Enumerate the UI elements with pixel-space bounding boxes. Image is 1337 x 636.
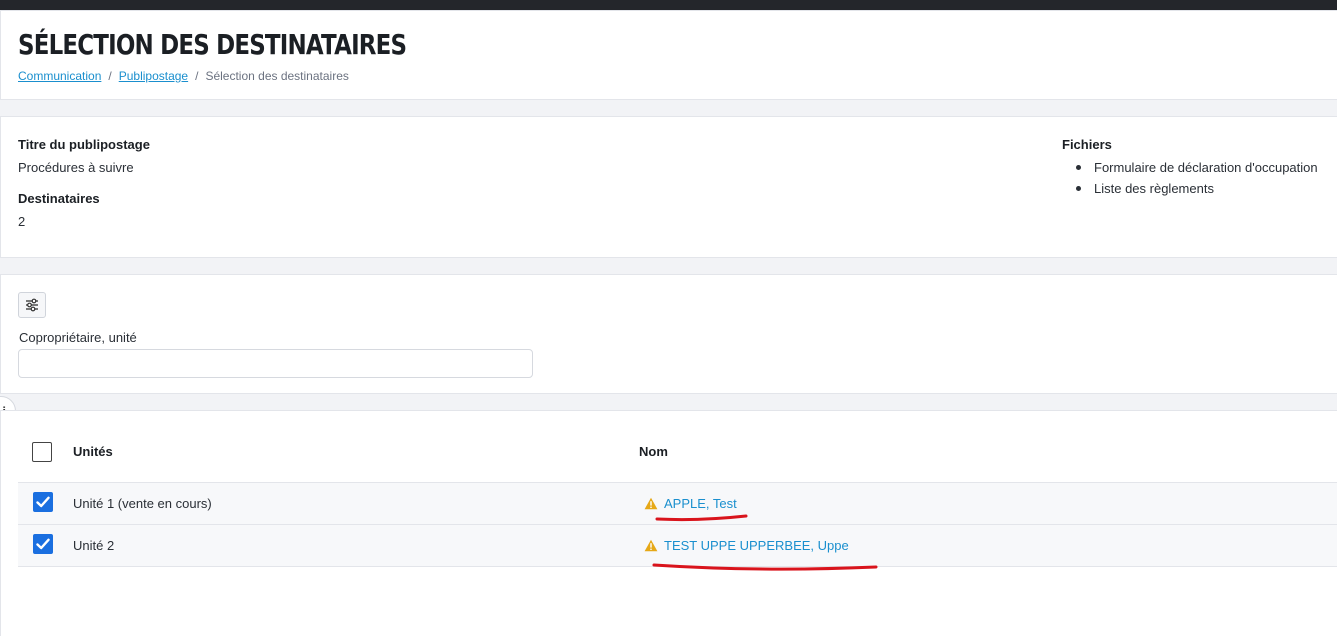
page-header: SÉLECTION DES DESTINATAIRES Communicatio…: [0, 10, 1337, 100]
recipient-name-link[interactable]: TEST UPPE UPPERBEE, Uppe: [664, 538, 849, 553]
files-list: Formulaire de déclaration d'occupation L…: [1076, 160, 1318, 202]
mailing-title-value: Procédures à suivre: [18, 160, 134, 175]
owner-unit-filter-input[interactable]: [18, 349, 533, 378]
breadcrumb-current: Sélection des destinataires: [205, 69, 349, 83]
recipient-name-link[interactable]: APPLE, Test: [664, 496, 737, 511]
files-label: Fichiers: [1062, 137, 1112, 152]
mailing-info-panel: Titre du publipostage Procédures à suivr…: [0, 116, 1337, 258]
column-header-units: Unités: [73, 444, 113, 459]
recipients-label: Destinataires: [18, 191, 100, 206]
filter-panel: Copropriétaire, unité: [0, 274, 1337, 394]
checkmark-icon: [36, 496, 50, 508]
unit-cell: Unité 1 (vente en cours): [73, 496, 212, 511]
warning-icon: [644, 497, 658, 510]
checkmark-icon: [36, 538, 50, 550]
table-row: Unité 1 (vente en cours) APPLE, Test: [18, 483, 1337, 525]
top-bar: [0, 0, 1337, 10]
breadcrumb-communication[interactable]: Communication: [18, 69, 101, 83]
table-header: Unités Nom: [18, 411, 1337, 483]
breadcrumb-separator: /: [195, 69, 199, 83]
page-title: SÉLECTION DES DESTINATAIRES: [18, 28, 407, 61]
breadcrumb-separator: /: [108, 69, 112, 83]
file-item: Formulaire de déclaration d'occupation: [1076, 160, 1318, 181]
breadcrumb-publipostage[interactable]: Publipostage: [119, 69, 188, 83]
mailing-title-label: Titre du publipostage: [18, 137, 150, 152]
filter-toggle-button[interactable]: [18, 292, 46, 318]
select-all-checkbox[interactable]: [32, 442, 52, 462]
sliders-icon: [26, 298, 38, 312]
owner-unit-filter-label: Copropriétaire, unité: [19, 330, 137, 345]
recipients-table: Unités Nom Unité 1 (vente en cours) APPL…: [0, 410, 1337, 636]
unit-cell: Unité 2: [73, 538, 115, 553]
column-header-name: Nom: [639, 444, 668, 459]
recipients-count: 2: [18, 214, 26, 229]
breadcrumb: Communication / Publipostage / Sélection des…: [18, 69, 349, 83]
row-checkbox[interactable]: [33, 492, 53, 512]
warning-icon: [644, 539, 658, 552]
file-item: Liste des règlements: [1076, 181, 1318, 202]
table-row: Unité 2 TEST UPPE UPPERBEE, Uppe: [18, 525, 1337, 567]
row-checkbox[interactable]: [33, 534, 53, 554]
